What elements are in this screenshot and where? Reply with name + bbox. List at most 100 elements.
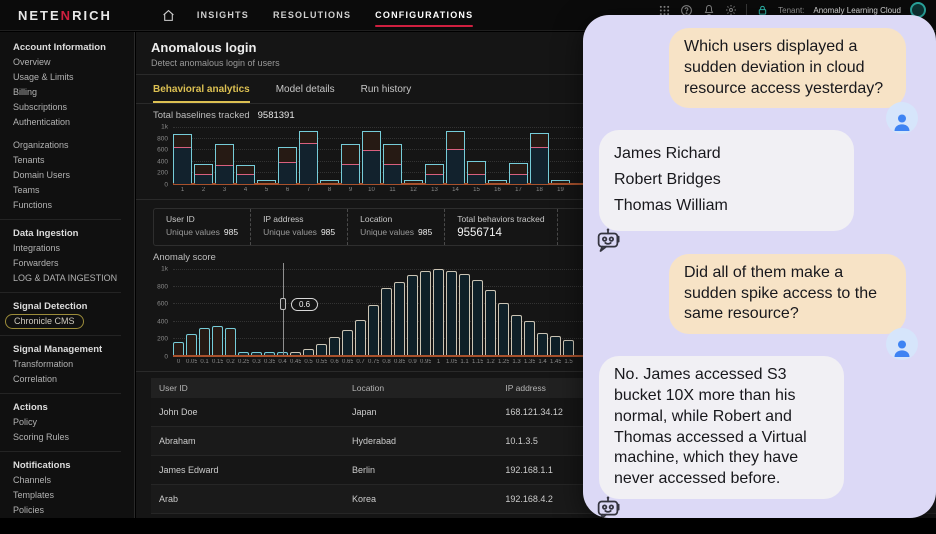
sidebar-item-billing[interactable]: Billing	[13, 85, 134, 100]
sidebar-group-header: Notifications	[13, 460, 71, 471]
chat-bubble-assistant: No. James accessed S3 bucket 10X more th…	[599, 356, 844, 499]
anomaly-bar	[290, 352, 301, 355]
baseline-bar-lower	[237, 174, 254, 184]
anomaly-bar	[225, 328, 236, 355]
baseline-bar	[341, 144, 360, 184]
stat-total-behaviors-tracked: Total behaviors tracked 9556714	[445, 209, 558, 245]
baseline-bar-upper	[426, 165, 443, 174]
stat-sub-value: Unique values 985	[263, 227, 336, 237]
nav-item-resolutions[interactable]: RESOLUTIONS	[273, 6, 351, 25]
x-axis-label: 0.5	[304, 359, 313, 365]
anomaly-bar	[316, 344, 327, 355]
logo-part2: RICH	[72, 7, 112, 23]
slider-handle[interactable]	[280, 297, 286, 310]
anomaly-bar	[342, 330, 353, 355]
baseline-bar	[299, 131, 318, 184]
x-axis-label: 1.45	[550, 359, 561, 365]
tab-behavioral-analytics[interactable]: Behavioral analytics	[153, 84, 250, 103]
sidebar-divider	[0, 219, 121, 220]
x-axis-label: 3	[222, 187, 227, 193]
sidebar-item-integrations[interactable]: Integrations	[13, 241, 134, 256]
table-cell: James Edward	[151, 455, 344, 485]
baseline-bar	[551, 180, 570, 183]
table-cell: Hyderabad	[343, 426, 498, 456]
anomaly-bar	[524, 321, 535, 355]
baseline-bar-lower	[195, 174, 212, 184]
baseline-bar-upper	[216, 145, 233, 165]
x-axis-label: 1.3	[512, 359, 521, 365]
sidebar-item-overview[interactable]: Overview	[13, 55, 134, 70]
anomaly-bar	[212, 326, 223, 355]
x-axis-label: 1.4	[538, 359, 547, 365]
chat-answer-line: Robert Bridges	[614, 171, 721, 189]
baseline-bar-lower	[342, 164, 359, 184]
sidebar-item-subscriptions[interactable]: Subscriptions	[13, 100, 134, 115]
stat-sub-value: Unique values 985	[360, 227, 433, 237]
baselines-chart-title: Total baselines tracked	[153, 110, 250, 121]
netenrich-logo[interactable]: NETENRICH	[18, 8, 112, 23]
y-axis-tick: 0	[164, 181, 168, 189]
anomaly-bars	[173, 269, 574, 355]
anomaly-bar	[329, 337, 340, 355]
tenant-label: Tenant:	[778, 5, 805, 15]
y-axis-tick: 800	[157, 283, 168, 291]
chat-bubble-user: Which users displayed a sudden deviation…	[669, 28, 906, 109]
x-axis-label: 15	[473, 187, 480, 193]
sidebar-item-policies[interactable]: Policies	[13, 503, 134, 518]
x-axis-label: 0.05	[186, 359, 197, 365]
stat-label: Total behaviors tracked	[457, 214, 545, 224]
slider-value-pill[interactable]: 0.6	[291, 297, 319, 311]
table-cell: Korea	[343, 484, 498, 514]
x-axis-label: 0.65	[342, 359, 353, 365]
sidebar-item-transformation[interactable]: Transformation	[13, 357, 134, 372]
x-axis-label: 0.4	[278, 359, 287, 365]
sidebar-item-correlation[interactable]: Correlation	[13, 372, 134, 387]
x-axis-label: 10	[368, 187, 375, 193]
anomaly-bar	[537, 333, 548, 355]
y-axis-tick: 600	[157, 146, 168, 154]
app-window: NETENRICH INSIGHTS RESOLUTIONS CONFIGURATI…	[0, 0, 936, 534]
sidebar-item-templates[interactable]: Templates	[13, 488, 134, 503]
sidebar-item-authentication[interactable]: Authentication	[13, 115, 134, 130]
sidebar-item-usage-limits[interactable]: Usage & Limits	[13, 70, 134, 85]
x-axis-label: 0.25	[238, 359, 249, 365]
stat-ip-address: IP address Unique values 985	[251, 209, 349, 245]
anomaly-bar	[394, 282, 405, 355]
sidebar-item-policy[interactable]: Policy	[13, 415, 134, 430]
sidebar-item-functions[interactable]: Functions	[13, 198, 134, 213]
chat-user-avatar-row	[886, 328, 918, 361]
anomaly-bar	[446, 271, 457, 355]
sidebar-item-chronicle-cms[interactable]: Chronicle CMS	[5, 314, 134, 329]
anomaly-threshold-slider[interactable]: 0.6	[280, 263, 319, 355]
sidebar-active-pill: Chronicle CMS	[5, 314, 84, 329]
x-axis-label: 0.9	[408, 359, 417, 365]
home-icon[interactable]	[162, 9, 175, 22]
navbar-menu: INSIGHTS RESOLUTIONS CONFIGURATIONS	[197, 6, 474, 27]
sidebar-item-teams[interactable]: Teams	[13, 183, 134, 198]
sidebar-item-tenants[interactable]: Tenants	[13, 153, 134, 168]
x-axis-label: 4	[243, 187, 248, 193]
sidebar-item-organizations[interactable]: Organizations	[13, 138, 134, 153]
x-axis-label: 1.15	[472, 359, 483, 365]
baseline-bar-lower	[363, 150, 380, 184]
baseline-bar-upper	[300, 132, 317, 143]
sidebar-item-scoring-rules[interactable]: Scoring Rules	[13, 430, 134, 445]
stat-value: 9556714	[457, 227, 502, 239]
x-axis-label: 0.1	[200, 359, 209, 365]
nav-item-configurations[interactable]: CONFIGURATIONS	[375, 6, 474, 27]
user-person-icon	[886, 328, 918, 361]
sidebar-item-domain-users[interactable]: Domain Users	[13, 168, 134, 183]
sidebar-item-log-data-ingestion[interactable]: LOG & DATA INGESTION	[13, 271, 134, 286]
chat-bot-icon-row	[593, 495, 623, 518]
tab-run-history[interactable]: Run history	[361, 84, 412, 103]
nav-item-insights[interactable]: INSIGHTS	[197, 6, 249, 25]
baseline-bar-upper	[468, 162, 485, 174]
sidebar-item-channels[interactable]: Channels	[13, 473, 134, 488]
sidebar-item-forwarders[interactable]: Forwarders	[13, 256, 134, 271]
anomaly-bar	[251, 352, 262, 355]
table-cell: John Doe	[151, 398, 344, 427]
x-axis-label: 0.35	[264, 359, 275, 365]
baseline-bar-upper	[342, 145, 359, 164]
tab-model-details[interactable]: Model details	[276, 84, 335, 103]
table-cell: Berlin	[343, 455, 498, 485]
